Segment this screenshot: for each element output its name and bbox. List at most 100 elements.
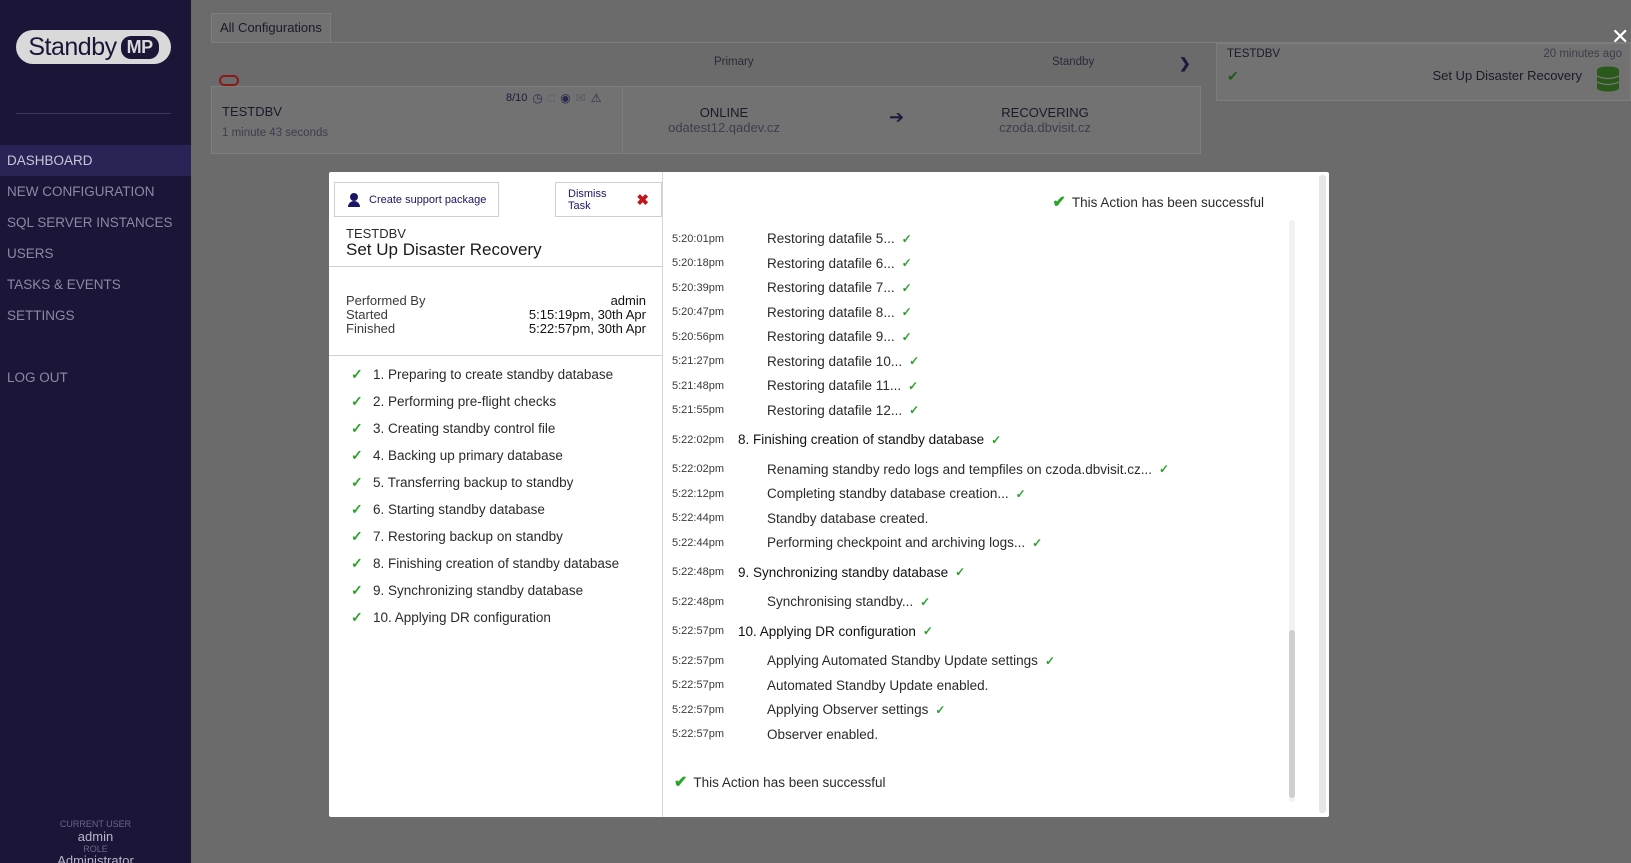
log-time: 5:22:02pm (672, 433, 724, 446)
log-entry: 5:22:02pm Renaming standby redo logs and … (672, 462, 1169, 477)
logo-text: Standby (28, 32, 117, 61)
step-label: 6. Starting standby database (373, 502, 545, 517)
task-summary-panel: Create support package Dismiss Task ✖ TE… (329, 172, 663, 817)
check-icon: ✓ (351, 366, 363, 382)
task-log[interactable]: 5:20:01pm Restoring datafile 5... ✓ 5:20:18… (663, 220, 1293, 802)
check-icon: ✓ (351, 393, 363, 409)
check-icon: ✓ (351, 420, 363, 436)
performed-by-value: admin (610, 293, 646, 308)
sidebar: Standby MP DASHBOARD NEW CONFIGURATION S… (0, 0, 191, 863)
step-item[interactable]: ✓ 10. Applying DR configuration (351, 604, 619, 631)
check-icon: ✓ (935, 702, 946, 717)
success-banner-bottom: ✔ This Action has been successful (674, 772, 886, 792)
sidebar-item-tasks-events[interactable]: TASKS & EVENTS (0, 269, 191, 300)
step-label: 8. Finishing creation of standby databas… (373, 556, 620, 571)
sidebar-item-new-configuration[interactable]: NEW CONFIGURATION (0, 176, 191, 207)
log-time: 5:22:44pm (672, 536, 724, 549)
log-message: Restoring datafile 5... (767, 231, 895, 246)
log-time: 5:22:57pm (672, 625, 724, 637)
log-entry: 5:21:27pm Restoring datafile 10... ✓ (672, 354, 919, 369)
performed-by-row: Performed By admin (346, 293, 646, 308)
sidebar-item-sql-server-instances[interactable]: SQL SERVER INSTANCES (0, 207, 191, 238)
performed-by-label: Performed By (346, 293, 426, 308)
chevron-right-icon[interactable]: ❯ (1179, 55, 1191, 72)
sidebar-item-dashboard[interactable]: DASHBOARD (0, 145, 191, 176)
step-item[interactable]: ✓ 9. Synchronizing standby database (351, 577, 619, 604)
log-entry: 5:22:57pm 10. Applying DR configuration ✓ (672, 624, 933, 639)
step-item[interactable]: ✓ 4. Backing up primary database (351, 442, 619, 469)
check-icon: ✔ (1052, 194, 1066, 211)
log-time: 5:20:18pm (672, 257, 724, 269)
sidebar-item-users[interactable]: USERS (0, 238, 191, 269)
task-detail-modal: Create support package Dismiss Task ✖ TE… (329, 172, 1329, 817)
log-message: Restoring datafile 7... (767, 280, 895, 295)
warning-icon[interactable]: ⚠ (591, 91, 602, 105)
log-message: Restoring datafile 10... (767, 353, 903, 369)
step-item[interactable]: ✓ 1. Preparing to create standby database (351, 361, 619, 388)
step-item[interactable]: ✓ 8. Finishing creation of standby databa… (351, 550, 619, 577)
logo-badge: MP (120, 35, 159, 59)
log-message: Restoring datafile 8... (767, 304, 895, 320)
check-icon: ✓ (909, 354, 920, 368)
log-message: Restoring datafile 9... (767, 329, 895, 344)
recent-task-card[interactable]: TESTDBV 20 minutes ago ✔ Set Up Disaster… (1216, 43, 1631, 101)
dismiss-task-button[interactable]: Dismiss Task ✖ (555, 182, 662, 217)
log-entry: 5:22:44pm Standby database created. (672, 511, 928, 526)
step-item[interactable]: ✓ 5. Transferring backup to standby (351, 469, 619, 496)
close-icon[interactable]: ✕ (1611, 24, 1631, 50)
eye-icon[interactable]: ◉ (560, 91, 570, 105)
document-icon[interactable]: □ (548, 91, 555, 105)
step-item[interactable]: ✓ 6. Starting standby database (351, 496, 619, 523)
create-support-package-button[interactable]: Create support package (334, 182, 500, 217)
check-icon: ✔ (674, 774, 688, 791)
check-icon: ✓ (1158, 462, 1170, 476)
log-entry: 5:21:55pm Restoring datafile 12... ✓ (672, 403, 919, 418)
check-icon: ✓ (909, 403, 920, 417)
sidebar-item-settings[interactable]: SETTINGS (0, 300, 191, 331)
log-message: Automated Standby Update enabled. (767, 677, 989, 693)
log-time: 5:21:27pm (672, 355, 724, 367)
log-scrollbar-thumb[interactable] (1289, 630, 1295, 798)
task-title: Set Up Disaster Recovery (346, 240, 542, 259)
tab-all-configurations[interactable]: All Configurations (211, 13, 331, 42)
log-entry: 5:20:18pm Restoring datafile 6... ✓ (672, 256, 912, 271)
logout-link[interactable]: LOG OUT (7, 370, 68, 385)
log-message: Restoring datafile 11... (767, 378, 902, 393)
close-icon: ✖ (636, 191, 649, 209)
step-item[interactable]: ✓ 7. Restoring backup on standby (351, 523, 619, 550)
step-label: 3. Creating standby control file (373, 421, 556, 436)
step-item[interactable]: ✓ 3. Creating standby control file (351, 415, 619, 442)
role: Administrator (57, 854, 134, 863)
log-entry: 5:22:57pm Observer enabled. (672, 727, 878, 742)
check-icon: ✓ (908, 378, 919, 393)
step-item[interactable]: ✓ 2. Performing pre-flight checks (351, 388, 619, 415)
primary-host: odatest12.qadev.cz (668, 120, 780, 135)
log-time: 5:20:39pm (672, 281, 724, 294)
log-time: 5:20:56pm (672, 330, 724, 343)
configuration-card[interactable]: TESTDBV 1 minute 43 seconds 8/10 ◷ □ ◉ ✉… (211, 86, 1201, 154)
check-icon: ✓ (901, 256, 912, 270)
log-message: Completing standby database creation... (767, 486, 1009, 501)
current-user: admin (77, 829, 114, 844)
success-text: This Action has been successful (693, 774, 886, 790)
app-logo[interactable]: Standby MP (16, 30, 171, 64)
log-message: 10. Applying DR configuration (738, 623, 916, 639)
check-icon: ✓ (1015, 486, 1026, 501)
role-label: ROLE (83, 844, 108, 854)
modal-scrollbar[interactable] (1319, 175, 1326, 813)
standby-host: czoda.dbvisit.cz (999, 120, 1091, 135)
step-label: 4. Backing up primary database (373, 448, 563, 463)
log-entry: 5:20:39pm Restoring datafile 7... ✓ (672, 280, 912, 295)
log-message: Restoring datafile 12... (767, 402, 903, 418)
log-time: 5:22:02pm (672, 463, 724, 475)
clock-icon[interactable]: ◷ (532, 91, 542, 105)
user-info: CURRENT USER admin ROLE Administrator (0, 819, 191, 863)
task-title: Set Up Disaster Recovery (1432, 68, 1582, 83)
mail-icon[interactable]: ✉ (576, 91, 586, 105)
check-icon: ✓ (351, 528, 363, 544)
check-icon: ✓ (901, 231, 912, 246)
finished-row: Finished 5:22:57pm, 30th Apr (346, 321, 646, 336)
dismiss-task-label: Dismiss Task (568, 187, 607, 212)
log-scrollbar[interactable] (1289, 220, 1295, 802)
log-time: 5:22:57pm (672, 703, 724, 716)
